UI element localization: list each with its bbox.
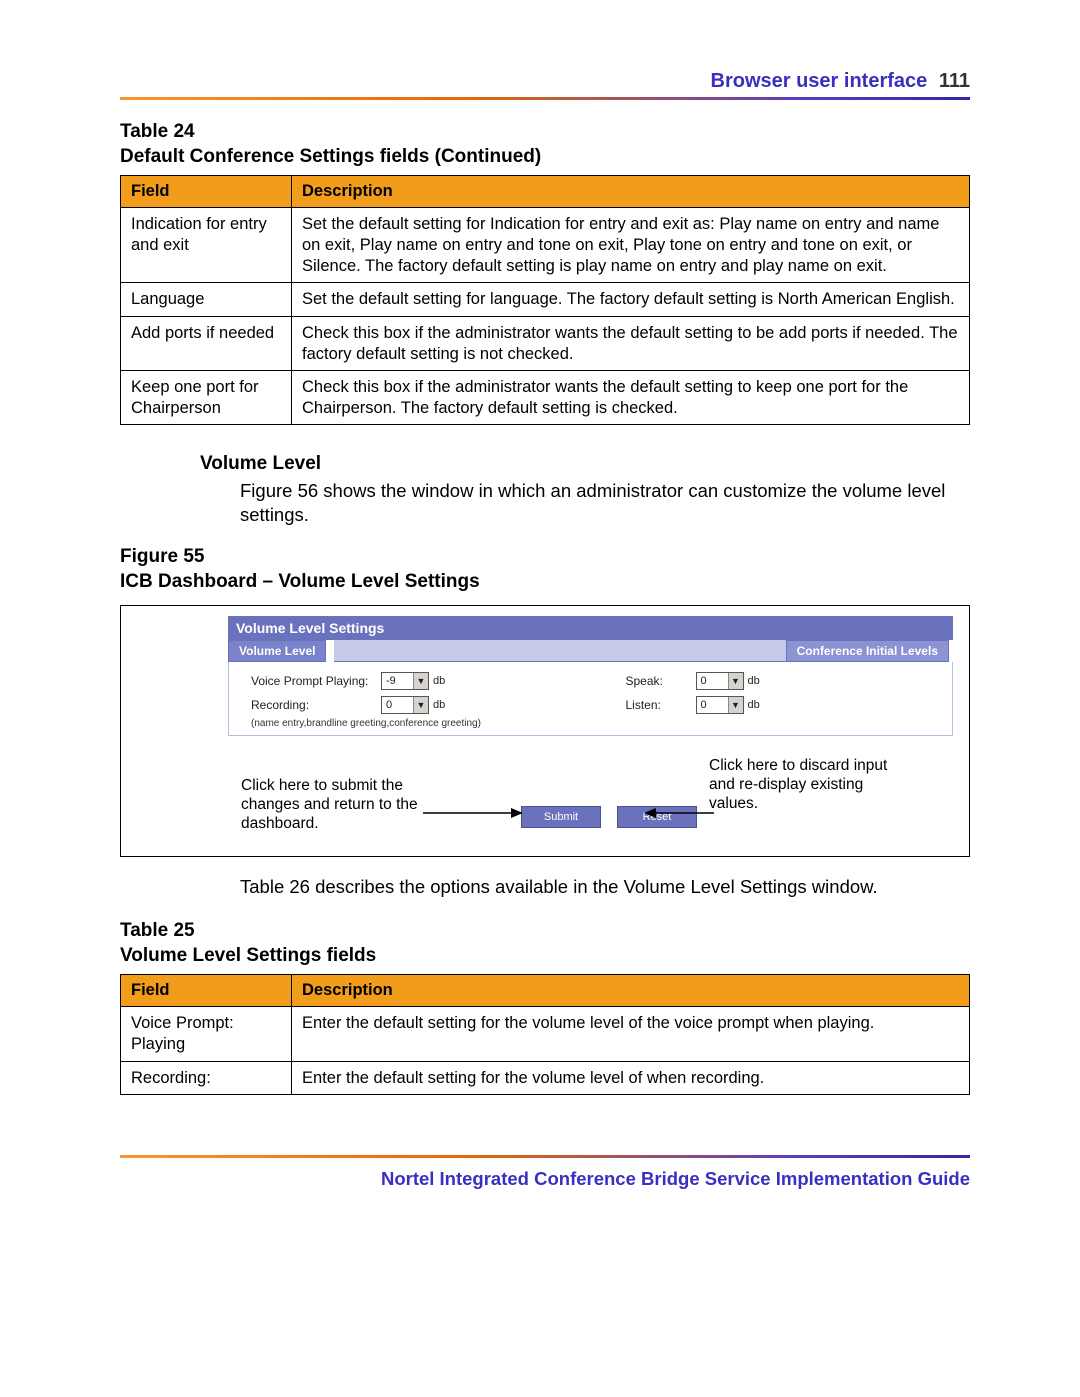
table25-r1-field: Recording: xyxy=(121,1061,292,1095)
table24-r2-field: Add ports if needed xyxy=(121,316,292,370)
table-row: Voice Prompt: Playing Enter the default … xyxy=(121,1007,970,1061)
table24-r1-desc: Set the default setting for language. Th… xyxy=(292,283,970,317)
callout-submit: Click here to submit the changes and ret… xyxy=(241,776,431,834)
table25-head-field: Field xyxy=(121,975,292,1007)
table-row: Language Set the default setting for lan… xyxy=(121,283,970,317)
chevron-down-icon: ▼ xyxy=(413,697,428,713)
select-recording[interactable]: 0 ▼ xyxy=(381,696,429,714)
table24-head-field: Field xyxy=(121,176,292,208)
select-recording-value: 0 xyxy=(386,699,392,711)
recording-note: (name entry,brandline greeting,conferenc… xyxy=(251,718,566,729)
table25-caption-num: Table 25 xyxy=(120,920,195,941)
unit-db: db xyxy=(433,699,445,711)
arrow-icon xyxy=(644,798,714,828)
unit-db: db xyxy=(433,675,445,687)
figure55-caption-title: ICB Dashboard – Volume Level Settings xyxy=(120,571,480,592)
table24-r3-desc: Check this box if the administrator want… xyxy=(292,371,970,425)
table-row: Keep one port for Chairperson Check this… xyxy=(121,371,970,425)
figure55-box: Volume Level Settings Volume Level Confe… xyxy=(120,605,970,857)
select-listen-value: 0 xyxy=(701,699,707,711)
table25-caption-title: Volume Level Settings fields xyxy=(120,945,376,966)
tab-volume-level[interactable]: Volume Level xyxy=(228,640,326,662)
table24-r3-field: Keep one port for Chairperson xyxy=(121,371,292,425)
select-voice-prompt[interactable]: -9 ▼ xyxy=(381,672,429,690)
table25: Field Description Voice Prompt: Playing … xyxy=(120,974,970,1095)
panel-title: Volume Level Settings xyxy=(228,616,953,640)
table25-head-desc: Description xyxy=(292,975,970,1007)
callout-reset: Click here to discard input and re-displ… xyxy=(709,756,909,814)
select-voice-prompt-value: -9 xyxy=(386,675,396,687)
tabs-row: Volume Level Conference Initial Levels xyxy=(228,640,957,662)
select-speak-value: 0 xyxy=(701,675,707,687)
footer-title: Nortel Integrated Conference Bridge Serv… xyxy=(120,1168,970,1190)
table24-r2-desc: Check this box if the administrator want… xyxy=(292,316,970,370)
table24-caption-num: Table 24 xyxy=(120,121,195,142)
tab-conference-levels[interactable]: Conference Initial Levels xyxy=(786,640,949,662)
volume-level-text: Figure 56 shows the window in which an a… xyxy=(240,479,970,527)
figure55-caption-num: Figure 55 xyxy=(120,546,204,567)
panel-col-right: Speak: 0 ▼ db Listen: 0 ▼ db xyxy=(626,672,941,729)
table24: Field Description Indication for entry a… xyxy=(120,175,970,425)
chevron-down-icon: ▼ xyxy=(413,673,428,689)
document-page: Browser user interface 111 Table 24 Defa… xyxy=(0,0,1080,1397)
chevron-down-icon: ▼ xyxy=(728,697,743,713)
header-title: Browser user interface xyxy=(711,70,928,92)
table24-r0-field: Indication for entry and exit xyxy=(121,208,292,283)
submit-button[interactable]: Submit xyxy=(521,806,601,828)
panel-body: Voice Prompt Playing: -9 ▼ db Recording:… xyxy=(228,662,953,736)
row-recording: Recording: 0 ▼ db xyxy=(251,696,566,714)
chevron-down-icon: ▼ xyxy=(728,673,743,689)
label-recording: Recording: xyxy=(251,698,381,712)
unit-db: db xyxy=(748,699,760,711)
unit-db: db xyxy=(748,675,760,687)
label-voice-prompt: Voice Prompt Playing: xyxy=(251,674,381,688)
tab-spacer xyxy=(334,640,785,662)
table24-caption-title: Default Conference Settings fields (Cont… xyxy=(120,146,541,167)
row-voice-prompt: Voice Prompt Playing: -9 ▼ db xyxy=(251,672,566,690)
table25-r1-desc: Enter the default setting for the volume… xyxy=(292,1061,970,1095)
row-listen: Listen: 0 ▼ db xyxy=(626,696,941,714)
volume-level-heading: Volume Level xyxy=(200,453,970,475)
post-figure-text: Table 26 describes the options available… xyxy=(240,875,970,899)
header-rule xyxy=(120,97,970,100)
figure55-caption: Figure 55 ICB Dashboard – Volume Level S… xyxy=(120,545,970,594)
table24-caption: Table 24 Default Conference Settings fie… xyxy=(120,120,970,169)
footer-rule xyxy=(120,1155,970,1158)
table-row: Add ports if needed Check this box if th… xyxy=(121,316,970,370)
label-listen: Listen: xyxy=(626,698,696,712)
table25-r0-field: Voice Prompt: Playing xyxy=(121,1007,292,1061)
table24-r0-desc: Set the default setting for Indication f… xyxy=(292,208,970,283)
panel-col-left: Voice Prompt Playing: -9 ▼ db Recording:… xyxy=(251,672,566,729)
select-speak[interactable]: 0 ▼ xyxy=(696,672,744,690)
table24-r1-field: Language xyxy=(121,283,292,317)
select-listen[interactable]: 0 ▼ xyxy=(696,696,744,714)
header-page-number: 111 xyxy=(939,70,970,92)
arrow-icon xyxy=(423,798,523,828)
table24-head-desc: Description xyxy=(292,176,970,208)
table-row: Indication for entry and exit Set the de… xyxy=(121,208,970,283)
row-speak: Speak: 0 ▼ db xyxy=(626,672,941,690)
table25-caption: Table 25 Volume Level Settings fields xyxy=(120,919,970,968)
table-row: Recording: Enter the default setting for… xyxy=(121,1061,970,1095)
page-header: Browser user interface 111 xyxy=(120,70,970,93)
label-speak: Speak: xyxy=(626,674,696,688)
table25-r0-desc: Enter the default setting for the volume… xyxy=(292,1007,970,1061)
